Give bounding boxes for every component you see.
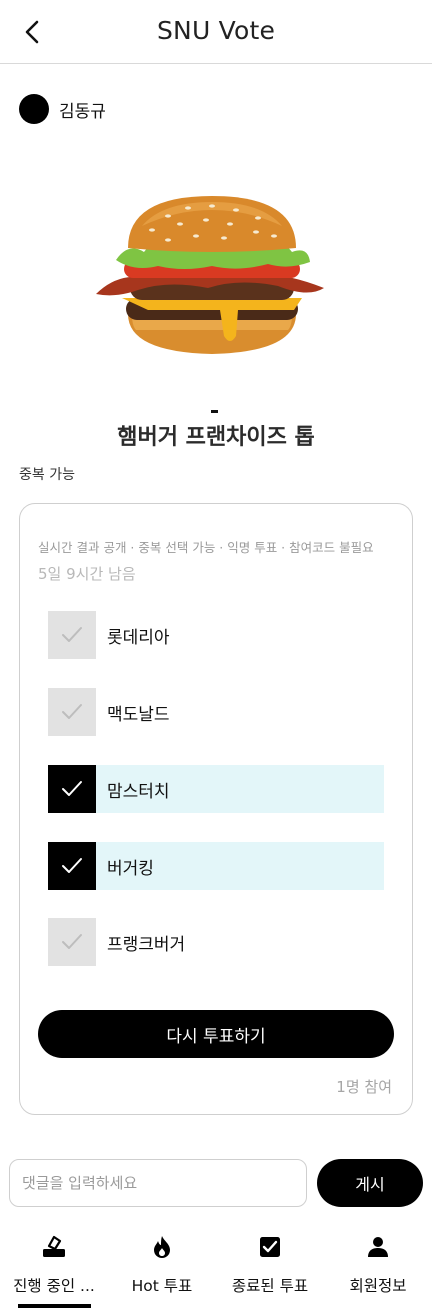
title-dash bbox=[211, 410, 218, 413]
bottom-tab-bar: 진행 중인 ... Hot 투표 종료된 투표 회원정보 bbox=[0, 1222, 432, 1308]
option-label: 버거킹 bbox=[107, 858, 154, 879]
option-checkbox[interactable] bbox=[48, 918, 96, 966]
poll-title: 햄버거 프랜차이즈 톱 bbox=[117, 425, 315, 450]
revote-button[interactable]: 다시 투표하기 bbox=[38, 1010, 394, 1058]
check-icon bbox=[62, 781, 82, 796]
post-comment-button[interactable]: 게시 bbox=[317, 1159, 423, 1207]
person-icon bbox=[368, 1237, 388, 1257]
tab-ended-votes[interactable]: 종료된 투표 bbox=[216, 1222, 324, 1308]
poll-card: 실시간 결과 공개 · 중복 선택 가능 · 익명 투표 · 참여코드 불필요 … bbox=[19, 503, 413, 1115]
option-label: 맘스터치 bbox=[107, 781, 170, 802]
poll-option[interactable]: 프랭크버거 bbox=[48, 918, 384, 966]
check-icon bbox=[62, 934, 82, 949]
multi-select-label: 중복 가능 bbox=[19, 467, 75, 483]
tab-label: 종료된 투표 bbox=[231, 1277, 309, 1295]
poll-option[interactable]: 맥도날드 bbox=[48, 688, 384, 736]
tab-ongoing-votes[interactable]: 진행 중인 ... bbox=[0, 1222, 108, 1308]
flame-icon bbox=[154, 1236, 170, 1258]
app-header: SNU Vote bbox=[0, 0, 432, 64]
check-icon bbox=[62, 704, 82, 719]
poll-option[interactable]: 버거킹 bbox=[48, 842, 384, 890]
poll-option[interactable]: 롯데리아 bbox=[48, 611, 384, 659]
option-checkbox[interactable] bbox=[48, 765, 96, 813]
tab-label: Hot 투표 bbox=[131, 1277, 193, 1295]
hamburger-image bbox=[96, 196, 324, 354]
tab-member-info[interactable]: 회원정보 bbox=[324, 1222, 432, 1308]
option-checkbox[interactable] bbox=[48, 611, 96, 659]
tab-label: 진행 중인 ... bbox=[13, 1277, 95, 1295]
tab-label: 회원정보 bbox=[349, 1277, 407, 1295]
tab-hot-votes[interactable]: Hot 투표 bbox=[108, 1222, 216, 1308]
author-name: 김동규 bbox=[59, 101, 106, 122]
check-icon bbox=[62, 858, 82, 873]
check-icon bbox=[62, 627, 82, 642]
comment-input[interactable] bbox=[9, 1159, 307, 1207]
app-title: SNU Vote bbox=[156, 16, 276, 45]
option-label: 프랭크버거 bbox=[107, 934, 186, 955]
active-tab-indicator bbox=[18, 1304, 91, 1308]
checkbox-icon bbox=[260, 1237, 280, 1257]
time-remaining: 5일 9시간 남음 bbox=[38, 565, 136, 583]
vote-box-icon bbox=[43, 1235, 65, 1257]
author-info[interactable]: 김동규 bbox=[19, 94, 106, 124]
avatar bbox=[19, 94, 49, 124]
option-label: 맥도날드 bbox=[107, 704, 170, 725]
participant-count: 1명 참여 bbox=[336, 1078, 392, 1096]
option-checkbox[interactable] bbox=[48, 688, 96, 736]
poll-meta: 실시간 결과 공개 · 중복 선택 가능 · 익명 투표 · 참여코드 불필요 bbox=[38, 540, 374, 555]
option-checkbox[interactable] bbox=[48, 842, 96, 890]
poll-option[interactable]: 맘스터치 bbox=[48, 765, 384, 813]
option-label: 롯데리아 bbox=[107, 627, 170, 648]
